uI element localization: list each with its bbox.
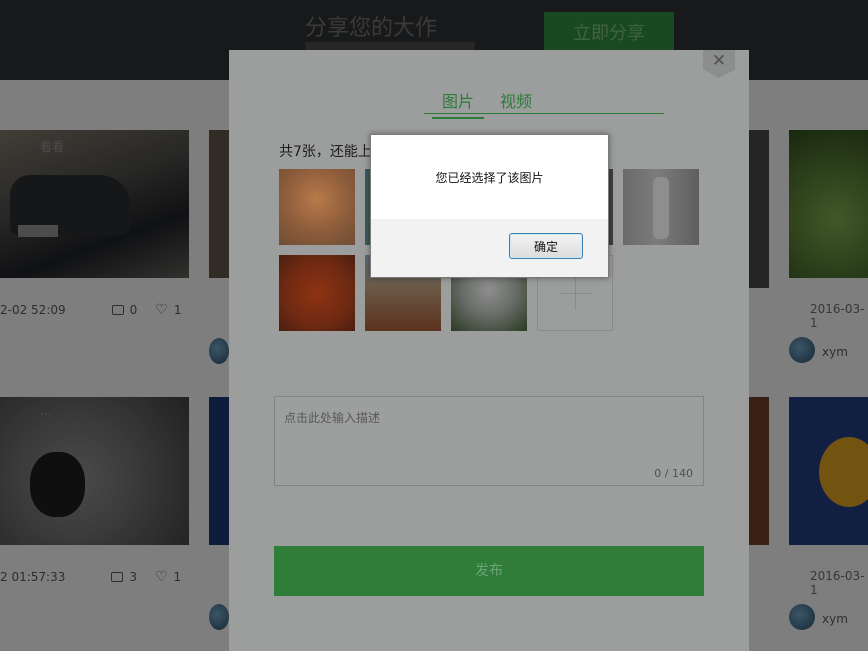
alert-body: 您已经选择了该图片 xyxy=(371,135,608,219)
alert-dialog: 您已经选择了该图片 确定 xyxy=(370,134,609,278)
ok-button[interactable]: 确定 xyxy=(509,233,583,259)
thumbnail-flower[interactable] xyxy=(279,255,355,331)
tab-videos[interactable]: 视频 xyxy=(490,88,542,119)
tab-divider xyxy=(424,113,664,114)
media-tabs: 图片 视频 xyxy=(432,88,542,119)
thumbnail-angel[interactable] xyxy=(279,169,355,245)
char-counter: 0 / 140 xyxy=(654,467,693,480)
description-textarea[interactable]: 点击此处输入描述 0 / 140 xyxy=(274,396,704,486)
publish-button[interactable]: 发布 xyxy=(274,546,704,596)
close-icon[interactable]: ✕ xyxy=(703,50,735,78)
tab-images[interactable]: 图片 xyxy=(432,88,485,119)
thumbnail-person[interactable] xyxy=(623,169,699,245)
image-count-text: 共7张，还能上 xyxy=(279,144,372,160)
description-placeholder: 点击此处输入描述 xyxy=(284,411,381,425)
alert-message: 您已经选择了该图片 xyxy=(435,171,544,185)
